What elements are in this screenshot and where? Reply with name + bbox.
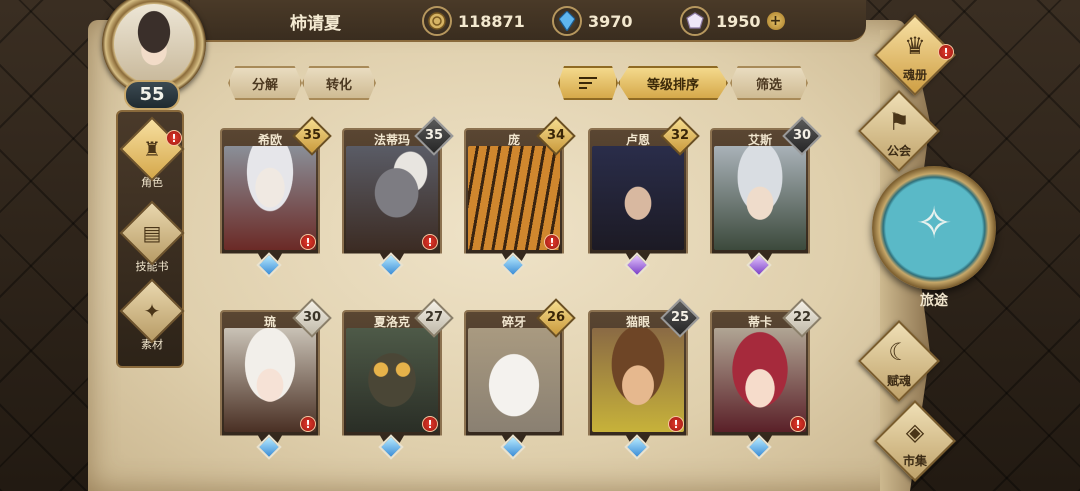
character-portrait bbox=[346, 328, 438, 432]
convert-button[interactable]: 转化 bbox=[302, 66, 376, 100]
character-card[interactable]: 夏洛克 27 ! bbox=[342, 298, 454, 460]
character-card[interactable]: 希欧 35 ! bbox=[220, 116, 332, 278]
nav-soul-book[interactable]: ♛ 魂册 ! bbox=[872, 13, 958, 97]
alert-badge: ! bbox=[790, 416, 806, 432]
character-portrait bbox=[592, 328, 684, 432]
nav-soul-gift[interactable]: ☾ 赋魂 bbox=[856, 319, 942, 403]
filter-button[interactable]: 筛选 bbox=[730, 66, 808, 100]
character-card[interactable]: 法蒂玛 35 ! bbox=[342, 116, 454, 278]
sort-toggle-button[interactable] bbox=[558, 66, 618, 100]
alert-badge: ! bbox=[300, 416, 316, 432]
nav-label: 市集 bbox=[902, 454, 927, 468]
prism-gem-icon bbox=[680, 6, 710, 36]
sort-icon bbox=[579, 77, 597, 89]
alert-badge: ! bbox=[422, 416, 438, 432]
alert-badge: ! bbox=[166, 130, 182, 146]
character-portrait bbox=[346, 146, 438, 250]
character-card[interactable]: 艾斯 30 bbox=[710, 116, 822, 278]
character-card[interactable]: 碎牙 26 bbox=[464, 298, 576, 460]
avatar bbox=[114, 4, 194, 84]
alert-badge: ! bbox=[938, 44, 954, 60]
journey-emblem-icon: ✧ bbox=[915, 198, 953, 249]
currency-gold[interactable]: 118871 bbox=[422, 6, 525, 36]
character-card[interactable]: 卢恩 32 bbox=[588, 116, 700, 278]
nav-journey[interactable]: ✧ 旅途 bbox=[872, 166, 996, 316]
gold-amount: 118871 bbox=[458, 11, 525, 31]
nav-market[interactable]: ◈ 市集 bbox=[872, 399, 958, 483]
decompose-button[interactable]: 分解 bbox=[228, 66, 302, 100]
currency-crystal[interactable]: 3970 bbox=[552, 6, 633, 36]
character-portrait bbox=[224, 328, 316, 432]
character-card[interactable]: 琉 30 ! bbox=[220, 298, 332, 460]
character-portrait bbox=[714, 328, 806, 432]
soul-gift-icon: ☾ bbox=[888, 338, 910, 366]
character-portrait bbox=[592, 146, 684, 250]
alert-badge: ! bbox=[544, 234, 560, 250]
currency-prism[interactable]: 1950 + bbox=[680, 6, 785, 36]
sidebar-item-material[interactable]: ✦ 素材 bbox=[119, 278, 185, 356]
character-card[interactable]: 蒂卡 22 ! bbox=[710, 298, 822, 460]
player-level-badge: 55 bbox=[124, 80, 180, 110]
character-card[interactable]: 庞 34 ! bbox=[464, 116, 576, 278]
add-prism-button[interactable]: + bbox=[766, 12, 785, 30]
level-sort-button[interactable]: 等级排序 bbox=[618, 66, 728, 100]
nav-label: 赋魂 bbox=[886, 374, 911, 388]
character-portrait bbox=[224, 146, 316, 250]
alert-badge: ! bbox=[300, 234, 316, 250]
nav-label: 旅途 bbox=[920, 293, 948, 309]
sidebar-item-skill-book[interactable]: ▤ 技能书 bbox=[119, 200, 185, 278]
nav-guild[interactable]: ⚑ 公会 bbox=[856, 89, 942, 173]
guild-icon: ⚑ bbox=[888, 108, 910, 136]
character-card[interactable]: 猫眼 25 ! bbox=[588, 298, 700, 460]
nav-label: 魂册 bbox=[902, 68, 927, 82]
player-name: 柿请夏 bbox=[290, 14, 341, 34]
alert-badge: ! bbox=[422, 234, 438, 250]
blue-crystal-icon bbox=[552, 6, 582, 36]
skill-book-icon: ▤ bbox=[142, 221, 162, 245]
alert-badge: ! bbox=[668, 416, 684, 432]
crystal-amount: 3970 bbox=[588, 11, 633, 31]
gold-coin-icon bbox=[422, 6, 452, 36]
market-gem-icon: ◈ bbox=[905, 418, 925, 446]
character-portrait bbox=[714, 146, 806, 250]
nav-label: 公会 bbox=[886, 144, 911, 158]
character-portrait bbox=[468, 146, 560, 250]
sidebar-item-character[interactable]: ♜ 角色 ! bbox=[119, 116, 185, 194]
left-sidebar: ♜ 角色 ! ▤ 技能书 ✦ 素材 bbox=[116, 110, 185, 368]
prism-amount: 1950 bbox=[716, 11, 761, 31]
character-portrait bbox=[468, 328, 560, 432]
material-icon: ✦ bbox=[143, 299, 161, 323]
